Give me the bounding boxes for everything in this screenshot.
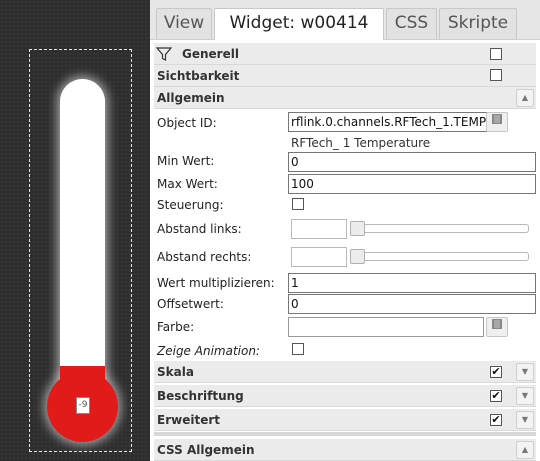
tab-bar: View Widget: w00414 CSS Skripte: [150, 0, 540, 40]
expand-beschriftung-button[interactable]: ▼: [516, 387, 534, 405]
color-picker-icon: [492, 319, 502, 329]
group-beschriftung-header[interactable]: Beschriftung ✔ ▼: [154, 385, 536, 407]
group-skala-title: Skala: [157, 365, 194, 379]
group-beschriftung-title: Beschriftung: [157, 389, 244, 403]
thermometer-value-label: -9: [76, 397, 90, 414]
group-erweitert-header[interactable]: Erweitert ✔ ▼: [154, 409, 536, 431]
group-skala-checkbox[interactable]: ✔: [490, 366, 502, 378]
properties-list: Generell Sichtbarkeit Allgemein ▲ Object…: [154, 40, 540, 461]
group-generell-header[interactable]: Generell: [154, 43, 536, 65]
select-id-icon: [492, 114, 502, 124]
group-allgemein-title: Allgemein: [157, 91, 225, 105]
section-divider: [154, 432, 536, 436]
group-sichtbarkeit-title: Sichtbarkeit: [157, 69, 240, 83]
filter-icon[interactable]: [156, 46, 172, 62]
collapse-css-allgemein-button[interactable]: ▲: [516, 441, 534, 459]
farbe-label: Farbe:: [157, 320, 195, 334]
group-allgemein-header[interactable]: Allgemein ▲: [154, 87, 536, 109]
expand-erweitert-button[interactable]: ▼: [516, 411, 534, 429]
offsetwert-label: Offsetwert:: [157, 297, 224, 311]
wert-multiplizieren-label: Wert multiplizieren:: [157, 276, 275, 290]
max-wert-input[interactable]: 100: [288, 174, 536, 194]
zeige-animation-checkbox[interactable]: [292, 343, 304, 355]
checkmark-icon: ✔: [491, 365, 501, 378]
abstand-rechts-input[interactable]: [291, 247, 347, 267]
color-picker-button[interactable]: [486, 317, 508, 337]
wert-multiplizieren-input[interactable]: 1: [288, 273, 536, 293]
chevron-down-icon: ▼: [521, 415, 529, 424]
min-wert-label: Min Wert:: [157, 154, 215, 168]
max-wert-label: Max Wert:: [157, 177, 218, 191]
group-css-allgemein-title: CSS Allgemein: [157, 443, 255, 457]
tab-css[interactable]: CSS: [386, 8, 437, 39]
steuerung-label: Steuerung:: [157, 198, 224, 212]
zeige-animation-label: Zeige Animation:: [157, 344, 260, 358]
abstand-links-label: Abstand links:: [157, 222, 242, 236]
group-css-allgemein-header[interactable]: CSS Allgemein ▲: [154, 439, 536, 461]
group-sichtbarkeit-checkbox[interactable]: [490, 69, 502, 81]
object-id-input[interactable]: rflink.0.channels.RFTech_1.TEMP: [288, 112, 487, 132]
abstand-links-slider[interactable]: [351, 224, 529, 233]
group-erweitert-checkbox[interactable]: ✔: [490, 414, 502, 426]
tab-skripte[interactable]: Skripte: [439, 8, 517, 39]
group-generell-title: Generell: [182, 47, 239, 61]
abstand-rechts-label: Abstand rechts:: [157, 250, 252, 264]
object-id-description: RFTech_ 1 Temperature: [291, 136, 431, 150]
checkmark-icon: ✔: [491, 413, 501, 426]
group-beschriftung-checkbox[interactable]: ✔: [490, 390, 502, 402]
abstand-links-input[interactable]: [291, 219, 347, 239]
group-erweitert-title: Erweitert: [157, 413, 220, 427]
expand-skala-button[interactable]: ▼: [516, 363, 534, 381]
chevron-down-icon: ▼: [521, 391, 529, 400]
steuerung-checkbox[interactable]: [292, 198, 304, 210]
thermometer-level-fill: [60, 366, 105, 396]
edit-canvas[interactable]: -9: [0, 0, 150, 461]
min-wert-input[interactable]: 0: [288, 152, 536, 172]
chevron-up-icon: ▲: [521, 93, 529, 102]
chevron-up-icon: ▲: [521, 445, 529, 454]
group-skala-header[interactable]: Skala ✔ ▼: [154, 361, 536, 383]
checkmark-icon: ✔: [491, 389, 501, 402]
abstand-rechts-slider-handle[interactable]: [350, 249, 365, 264]
abstand-links-slider-handle[interactable]: [350, 221, 365, 236]
properties-panel: View Widget: w00414 CSS Skripte Generell…: [150, 0, 540, 461]
select-object-id-button[interactable]: [486, 112, 508, 132]
group-generell-checkbox[interactable]: [490, 48, 502, 60]
thermometer-tube: [60, 79, 105, 379]
object-id-label: Object ID:: [157, 116, 217, 130]
farbe-input[interactable]: [288, 317, 484, 337]
chevron-down-icon: ▼: [521, 367, 529, 376]
tab-view[interactable]: View: [156, 8, 212, 39]
tab-widget[interactable]: Widget: w00414: [214, 8, 384, 40]
offsetwert-input[interactable]: 0: [288, 294, 536, 314]
collapse-allgemein-button[interactable]: ▲: [516, 89, 534, 107]
group-sichtbarkeit-header[interactable]: Sichtbarkeit: [154, 65, 536, 87]
abstand-rechts-slider[interactable]: [351, 252, 529, 261]
